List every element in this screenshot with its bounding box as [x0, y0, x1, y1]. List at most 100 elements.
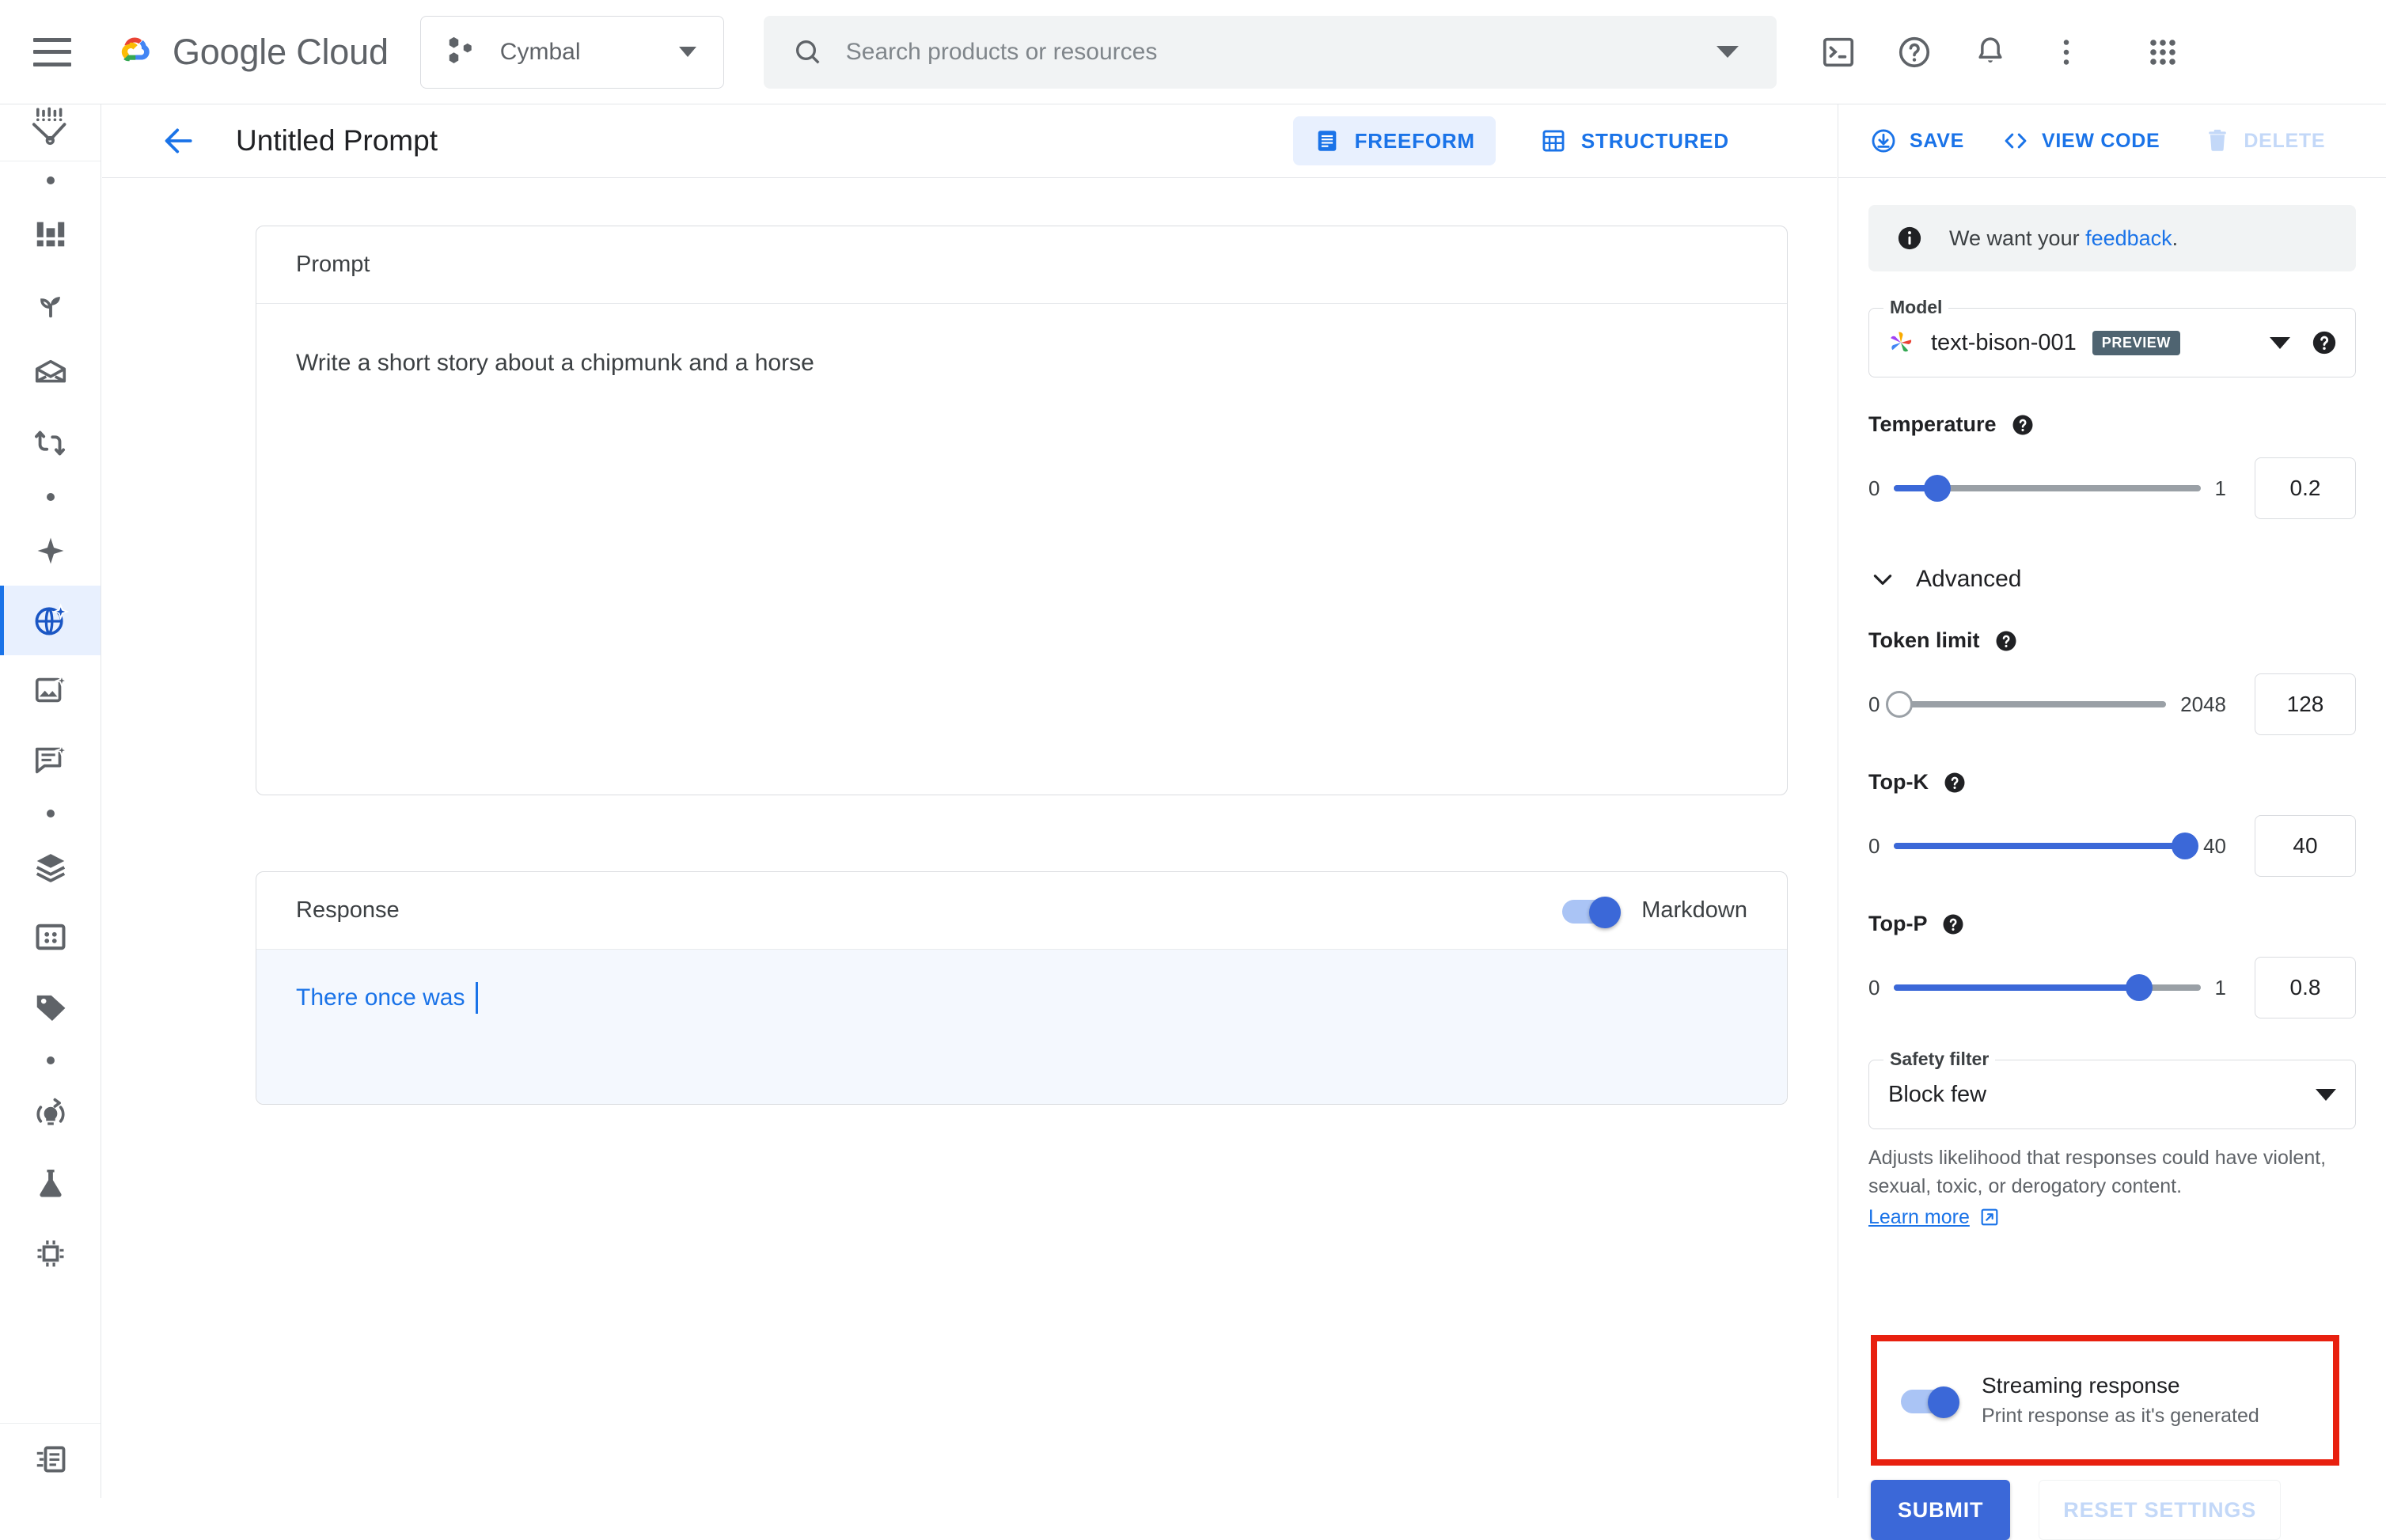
temperature-value-input[interactable]: 0.2	[2255, 457, 2356, 519]
temperature-param: Temperature 0 1 0.2	[1868, 412, 2356, 519]
top-k-slider[interactable]	[1894, 833, 2199, 859]
top-p-param: Top-P 0 1 0.8	[1868, 912, 2356, 1018]
streaming-response-toggle[interactable]	[1901, 1386, 1959, 1418]
submit-button[interactable]: SUBMIT	[1871, 1480, 2011, 1540]
tab-structured[interactable]: STRUCTURED	[1519, 116, 1750, 165]
response-output: There once was	[256, 950, 1787, 1104]
more-vert-icon[interactable]	[2046, 32, 2087, 73]
safety-filter-select[interactable]: Safety filter Block few	[1868, 1049, 2356, 1129]
google-cloud-logo[interactable]: Google Cloud	[108, 30, 389, 74]
safety-filter-value: Block few	[1888, 1081, 1987, 1107]
top-p-value-input[interactable]: 0.8	[2255, 957, 2356, 1018]
notifications-bell-icon[interactable]	[1970, 32, 2011, 73]
streaming-response-highlight: Streaming response Print response as it'…	[1871, 1335, 2339, 1466]
sidebar-item-workbench[interactable]	[0, 1149, 101, 1219]
token-limit-slider[interactable]	[1886, 691, 2167, 718]
save-button[interactable]: SAVE	[1870, 127, 1964, 154]
sidebar-item-chat[interactable]	[0, 725, 101, 795]
top-k-value-input[interactable]: 40	[2255, 815, 2356, 877]
feedback-banner: We want your feedback.	[1868, 205, 2356, 271]
image-sparkle-icon	[35, 673, 69, 703]
prompt-input[interactable]: Write a short story about a chipmunk and…	[256, 304, 1787, 795]
token-limit-label-row: Token limit	[1868, 628, 2356, 653]
rail-separator-4	[0, 1041, 101, 1079]
sidebar-item-training[interactable]	[0, 269, 101, 339]
sidebar-item-datasets[interactable]	[0, 339, 101, 408]
model-help-circle-icon[interactable]	[2311, 329, 2338, 356]
token-limit-help-circle-icon[interactable]	[1994, 629, 2018, 653]
vertex-ai-logo-icon[interactable]	[0, 104, 101, 161]
search-chevron-down-icon[interactable]	[1716, 46, 1739, 58]
sidebar-item-pipelines[interactable]	[0, 408, 101, 478]
markdown-switch[interactable]	[1562, 896, 1622, 928]
sparkle-icon	[37, 537, 63, 564]
save-label: SAVE	[1910, 129, 1965, 152]
search-input[interactable]	[845, 38, 1716, 66]
temperature-slider[interactable]	[1894, 475, 2201, 502]
feedback-link[interactable]: feedback	[2085, 226, 2172, 250]
model-chevron-down-icon[interactable]	[2270, 336, 2290, 349]
lightbulb-refresh-icon	[36, 1098, 65, 1125]
view-code-button[interactable]: VIEW CODE	[2002, 127, 2160, 154]
left-nav-rail	[0, 104, 101, 1498]
temperature-slider-thumb[interactable]	[1923, 475, 1951, 502]
top-p-slider-thumb[interactable]	[2126, 974, 2153, 1001]
hamburger-menu-icon[interactable]	[33, 37, 71, 66]
rail-separator-3	[0, 795, 101, 833]
top-k-min: 0	[1868, 833, 1880, 858]
token-limit-max: 2048	[2180, 692, 2226, 716]
sidebar-item-generative-ai-studio[interactable]	[0, 516, 101, 586]
token-limit-value-input[interactable]: 128	[2255, 673, 2356, 735]
temperature-help-circle-icon[interactable]	[2011, 413, 2035, 437]
apps-grid-icon[interactable]	[2142, 32, 2183, 73]
top-k-help-circle-icon[interactable]	[1943, 771, 1967, 795]
temperature-min: 0	[1868, 476, 1880, 500]
temperature-max: 1	[2214, 476, 2226, 500]
advanced-label: Advanced	[1916, 566, 2022, 592]
freeform-icon	[1318, 131, 1336, 151]
project-selector[interactable]: Cymbal	[419, 15, 724, 89]
language-sparkle-icon	[35, 603, 69, 635]
top-k-max: 40	[2203, 833, 2226, 858]
palm-flower-icon	[1891, 332, 1912, 352]
top-p-help-circle-icon[interactable]	[1941, 912, 1965, 936]
markdown-toggle[interactable]: Markdown	[1562, 896, 1747, 928]
top-k-slider-thumb[interactable]	[2172, 833, 2199, 859]
advanced-section-toggle[interactable]: Advanced	[1868, 565, 2356, 594]
top-p-slider[interactable]	[1894, 974, 2201, 1001]
sidebar-item-language[interactable]	[0, 586, 101, 655]
chip-icon	[37, 1240, 63, 1267]
chat-sparkle-icon	[35, 743, 69, 774]
layers-icon	[36, 854, 65, 882]
sidebar-item-experiments[interactable]	[0, 1079, 101, 1149]
token-limit-label: Token limit	[1868, 628, 1980, 652]
tab-freeform[interactable]: FREEFORM	[1292, 116, 1496, 165]
help-icon[interactable]	[1894, 32, 1935, 73]
top-k-row: 0 40 40	[1868, 815, 2356, 877]
top-k-label: Top-K	[1868, 770, 1929, 794]
sidebar-item-release-notes[interactable]	[0, 1423, 101, 1477]
feedback-prefix: We want your	[1949, 226, 2086, 250]
sidebar-item-vision[interactable]	[0, 655, 101, 725]
response-text: There once was	[296, 984, 465, 1011]
delete-label: DELETE	[2244, 129, 2326, 152]
model-selector[interactable]: Model text-bison-001 PREVIEW	[1868, 297, 2356, 377]
top-p-label-row: Top-P	[1868, 912, 2356, 936]
tab-structured-label: STRUCTURED	[1580, 128, 1729, 153]
sidebar-item-endpoints[interactable]	[0, 1219, 101, 1288]
cloud-shell-icon[interactable]	[1818, 32, 1859, 73]
back-arrow-icon[interactable]	[161, 123, 196, 158]
panel-body: We want your feedback. Model text-bison-…	[1838, 178, 2386, 1540]
global-search[interactable]	[763, 15, 1777, 89]
streaming-response-subtitle: Print response as it's generated	[1982, 1405, 2259, 1427]
learn-more-link[interactable]: Learn more	[1868, 1206, 2356, 1229]
sidebar-item-dashboard[interactable]	[0, 199, 101, 269]
sidebar-item-feature-store[interactable]	[0, 902, 101, 972]
tag-icon	[36, 995, 65, 1022]
sidebar-item-labeling-tasks[interactable]	[0, 972, 101, 1041]
reset-settings-button: RESET SETTINGS	[2039, 1480, 2282, 1540]
tab-freeform-label: FREEFORM	[1354, 128, 1475, 153]
trash-icon	[2209, 129, 2227, 151]
sidebar-item-model-registry[interactable]	[0, 833, 101, 902]
token-limit-slider-thumb[interactable]	[1886, 691, 1914, 718]
